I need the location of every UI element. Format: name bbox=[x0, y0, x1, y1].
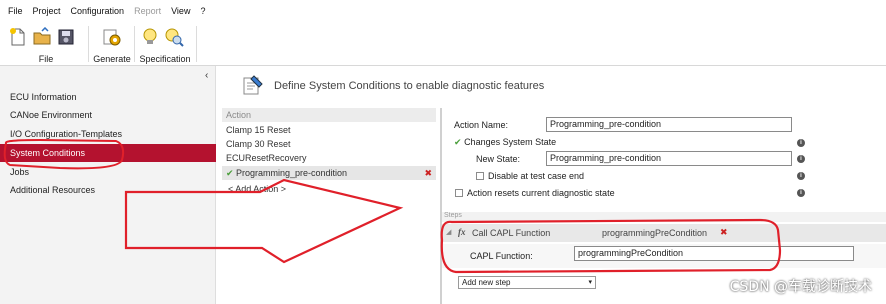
new-file-icon[interactable] bbox=[8, 27, 28, 47]
info-icon[interactable]: i bbox=[797, 189, 805, 197]
action-list-pane: Action Clamp 15 Reset Clamp 30 Reset ECU… bbox=[222, 108, 436, 304]
changes-system-state-row[interactable]: ✔ Changes System State bbox=[454, 137, 556, 148]
new-state-field[interactable]: Programming_pre-condition bbox=[546, 151, 792, 166]
ribbon-group-specification: Specification bbox=[136, 22, 194, 66]
watermark: CSDN @车载诊断技术 bbox=[729, 279, 872, 295]
ribbon-group-label: File bbox=[38, 54, 54, 64]
step-value: programmingPreCondition bbox=[602, 228, 708, 238]
left-navigation: ECU Information CANoe Environment I/O Co… bbox=[0, 66, 216, 304]
nav-item-io-configuration-templates[interactable]: I/O Configuration-Templates bbox=[0, 125, 216, 143]
resets-checkbox[interactable] bbox=[455, 189, 463, 197]
checked-icon: ✔ bbox=[454, 137, 462, 147]
ribbon-group-generate: Generate bbox=[90, 22, 134, 66]
function-icon: fx bbox=[458, 227, 466, 237]
page-title: Define System Conditions to enable diagn… bbox=[274, 80, 545, 92]
nav-item-canoe-environment[interactable]: CANoe Environment bbox=[0, 106, 216, 124]
add-new-step-label: Add new step bbox=[462, 278, 511, 287]
disable-checkbox[interactable] bbox=[476, 172, 484, 180]
ribbon-toolbar: File Generate Specification bbox=[0, 22, 886, 66]
save-icon[interactable] bbox=[56, 27, 76, 47]
ribbon-separator bbox=[134, 26, 135, 62]
steps-section-label: Steps bbox=[444, 212, 462, 219]
action-item-clamp15[interactable]: Clamp 15 Reset bbox=[226, 125, 291, 135]
steps-section-header: Steps bbox=[442, 212, 886, 222]
action-name-label: Action Name: bbox=[454, 120, 509, 130]
action-item-clamp30[interactable]: Clamp 30 Reset bbox=[226, 139, 291, 149]
action-item-ecureset[interactable]: ECUResetRecovery bbox=[226, 153, 307, 163]
lightbulb-icon[interactable] bbox=[140, 27, 160, 47]
step-row[interactable]: ◢ fx Call CAPL Function programmingPreCo… bbox=[442, 224, 886, 242]
changes-system-state-label: Changes System State bbox=[464, 137, 557, 147]
ribbon-separator bbox=[88, 26, 89, 62]
action-item-programming[interactable]: ✔ Programming_pre-condition ✖ bbox=[222, 166, 436, 180]
collapse-step-icon[interactable]: ◢ bbox=[446, 228, 451, 236]
delete-action-icon[interactable]: ✖ bbox=[424, 166, 432, 180]
disable-label: Disable at test case end bbox=[488, 171, 585, 181]
new-state-label: New State: bbox=[476, 154, 521, 164]
info-icon[interactable]: i bbox=[797, 139, 805, 147]
action-item-label: Programming_pre-condition bbox=[236, 168, 348, 178]
action-name-field[interactable]: Programming_pre-condition bbox=[546, 117, 792, 132]
nav-item-ecu-information[interactable]: ECU Information bbox=[0, 88, 216, 106]
menu-project[interactable]: Project bbox=[33, 6, 61, 16]
nav-item-additional-resources[interactable]: Additional Resources bbox=[0, 181, 216, 199]
menu-help[interactable]: ? bbox=[200, 6, 205, 16]
open-folder-icon[interactable] bbox=[32, 26, 52, 47]
nav-item-jobs[interactable]: Jobs bbox=[0, 163, 216, 181]
resets-label: Action resets current diagnostic state bbox=[467, 188, 615, 198]
step-type: Call CAPL Function bbox=[472, 228, 551, 238]
capl-function-field[interactable]: programmingPreCondition bbox=[574, 246, 854, 261]
generate-gear-icon[interactable] bbox=[102, 27, 122, 47]
step-detail: CAPL Function: programmingPreCondition bbox=[442, 244, 886, 268]
ribbon-group-label: Generate bbox=[93, 54, 131, 64]
menu-bar: File Project Configuration Report View ? bbox=[0, 0, 886, 22]
info-icon[interactable]: i bbox=[797, 155, 805, 163]
check-icon: ✔ bbox=[226, 168, 234, 178]
chevron-down-icon: ▾ bbox=[588, 279, 592, 286]
ribbon-group-file: File bbox=[6, 22, 86, 66]
content-header: Define System Conditions to enable diagn… bbox=[216, 66, 886, 108]
menu-report[interactable]: Report bbox=[134, 6, 161, 16]
spec-search-icon[interactable] bbox=[164, 27, 184, 47]
info-icon[interactable]: i bbox=[797, 172, 805, 180]
menu-file[interactable]: File bbox=[8, 6, 23, 16]
delete-step-icon[interactable]: ✖ bbox=[720, 227, 728, 238]
menu-configuration[interactable]: Configuration bbox=[71, 6, 125, 16]
add-new-step-dropdown[interactable]: Add new step ▾ bbox=[458, 276, 596, 289]
menu-view[interactable]: View bbox=[171, 6, 190, 16]
action-list-header: Action bbox=[222, 108, 436, 122]
ribbon-separator bbox=[196, 26, 197, 62]
nav-item-system-conditions[interactable]: System Conditions bbox=[0, 144, 216, 162]
system-conditions-icon bbox=[242, 74, 264, 98]
ribbon-group-label: Specification bbox=[139, 54, 191, 64]
add-action-button[interactable]: < Add Action > bbox=[228, 184, 286, 194]
properties-pane: Action Name: Programming_pre-condition ✔… bbox=[442, 108, 886, 304]
capl-function-label: CAPL Function: bbox=[470, 251, 533, 261]
collapse-nav-button[interactable]: ‹ bbox=[205, 70, 208, 81]
